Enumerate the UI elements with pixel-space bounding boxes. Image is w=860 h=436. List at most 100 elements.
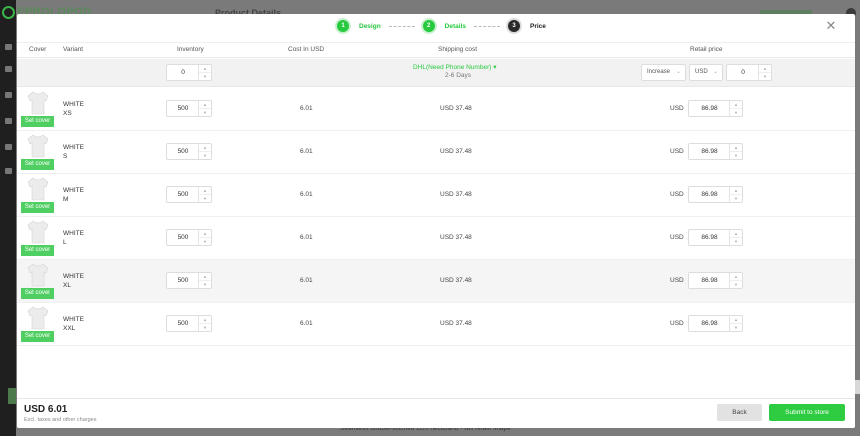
- chevron-up-icon[interactable]: ▲: [730, 101, 742, 108]
- step-price[interactable]: 3 Price: [508, 20, 546, 32]
- chevron-up-icon[interactable]: ▲: [730, 144, 742, 151]
- chevron-up-icon[interactable]: ▲: [199, 230, 211, 237]
- inventory-bulk-value[interactable]: 0: [167, 65, 199, 80]
- stepper-arrows: ▲ ▼: [729, 230, 742, 245]
- adjust-value-stepper[interactable]: 0 ▲ ▼: [726, 64, 772, 81]
- chevron-up-icon[interactable]: ▲: [730, 273, 742, 280]
- set-cover-button[interactable]: Set cover: [21, 331, 54, 342]
- cover-cell: Set cover: [21, 177, 54, 213]
- stepper-arrows: ▲ ▼: [729, 144, 742, 159]
- step-details[interactable]: 2 Details: [422, 20, 466, 32]
- set-cover-button[interactable]: Set cover: [21, 159, 54, 170]
- chevron-down-icon[interactable]: ▼: [199, 108, 211, 115]
- adjust-currency-select[interactable]: USD ⌄: [689, 64, 723, 81]
- chevron-down-icon[interactable]: ▼: [730, 108, 742, 115]
- chevron-up-icon[interactable]: ▲: [199, 316, 211, 323]
- chevron-up-icon[interactable]: ▲: [730, 316, 742, 323]
- variant-cell: WHITE XS: [63, 100, 84, 118]
- chevron-up-icon[interactable]: ▲: [759, 65, 771, 72]
- retail-price-value[interactable]: 86.98: [689, 101, 730, 116]
- retail-currency: USD: [670, 191, 684, 198]
- inventory-stepper[interactable]: 500 ▲ ▼: [166, 229, 212, 246]
- set-cover-button[interactable]: Set cover: [21, 116, 54, 127]
- retail-price-stepper[interactable]: 86.98 ▲ ▼: [688, 143, 743, 160]
- back-button[interactable]: Back: [717, 404, 762, 421]
- submit-to-store-button[interactable]: Submit to store: [769, 404, 845, 421]
- chevron-down-icon[interactable]: ▼: [199, 280, 211, 287]
- retail-price-stepper[interactable]: 86.98 ▲ ▼: [688, 100, 743, 117]
- variant-color: WHITE: [63, 316, 84, 323]
- shipping-method-select[interactable]: DHL(Need Phone Number) ▾: [413, 63, 496, 71]
- retail-price-stepper[interactable]: 86.98 ▲ ▼: [688, 186, 743, 203]
- stepper-arrows: ▲ ▼: [729, 316, 742, 331]
- close-icon[interactable]: ✕: [825, 19, 837, 32]
- stepper-arrows: ▲ ▼: [729, 187, 742, 202]
- chevron-down-icon[interactable]: ▼: [730, 151, 742, 158]
- set-cover-button[interactable]: Set cover: [21, 202, 54, 213]
- chevron-up-icon[interactable]: ▲: [199, 273, 211, 280]
- inventory-value[interactable]: 500: [167, 316, 199, 331]
- step-design[interactable]: 1 Design: [337, 20, 381, 32]
- inventory-stepper[interactable]: 500 ▲ ▼: [166, 143, 212, 160]
- retail-price-value[interactable]: 86.98: [689, 144, 730, 159]
- retail-currency: USD: [670, 148, 684, 155]
- column-header-cost: Cost In USD: [288, 46, 325, 53]
- cost-value: 6.01: [300, 105, 313, 112]
- inventory-value[interactable]: 500: [167, 101, 199, 116]
- set-cover-button[interactable]: Set cover: [21, 245, 54, 256]
- variant-size: M: [63, 196, 69, 203]
- retail-price-value[interactable]: 86.98: [689, 230, 730, 245]
- shipping-value: USD 37.48: [440, 105, 472, 112]
- step-connector: [474, 25, 500, 27]
- step-label: Price: [530, 22, 546, 30]
- adjust-mode-select[interactable]: Increase ⌄: [641, 64, 686, 81]
- caret-down-icon: ▾: [493, 64, 497, 71]
- retail-price-value[interactable]: 86.98: [689, 273, 730, 288]
- retail-price-value[interactable]: 86.98: [689, 187, 730, 202]
- chevron-down-icon[interactable]: ▼: [199, 151, 211, 158]
- inventory-value[interactable]: 500: [167, 230, 199, 245]
- inventory-bulk-stepper[interactable]: 0 ▲ ▼: [166, 64, 212, 81]
- chevron-down-icon: ⌄: [712, 69, 718, 75]
- inventory-stepper[interactable]: 500 ▲ ▼: [166, 186, 212, 203]
- retail-price-stepper[interactable]: 86.98 ▲ ▼: [688, 272, 743, 289]
- chevron-up-icon[interactable]: ▲: [730, 187, 742, 194]
- chevron-down-icon[interactable]: ▼: [199, 194, 211, 201]
- chevron-down-icon[interactable]: ▼: [199, 323, 211, 330]
- inventory-stepper[interactable]: 500 ▲ ▼: [166, 315, 212, 332]
- chevron-up-icon[interactable]: ▲: [730, 230, 742, 237]
- retail-price-stepper[interactable]: 86.98 ▲ ▼: [688, 315, 743, 332]
- cost-value: 6.01: [300, 277, 313, 284]
- chevron-down-icon[interactable]: ▼: [730, 237, 742, 244]
- adjust-value[interactable]: 0: [727, 65, 759, 80]
- inventory-value[interactable]: 500: [167, 273, 199, 288]
- chevron-up-icon[interactable]: ▲: [199, 187, 211, 194]
- inventory-value[interactable]: 500: [167, 187, 199, 202]
- chevron-down-icon[interactable]: ▼: [199, 237, 211, 244]
- nav-icon: [5, 168, 12, 174]
- chevron-up-icon[interactable]: ▲: [199, 144, 211, 151]
- chevron-up-icon[interactable]: ▲: [199, 65, 211, 72]
- set-cover-button[interactable]: Set cover: [21, 288, 54, 299]
- variant-size: XS: [63, 110, 72, 117]
- chevron-down-icon[interactable]: ▼: [730, 280, 742, 287]
- chevron-down-icon[interactable]: ▼: [730, 323, 742, 330]
- adjust-mode-value: Increase: [647, 69, 671, 75]
- retail-price-value[interactable]: 86.98: [689, 316, 730, 331]
- retail-currency: USD: [670, 234, 684, 241]
- variant-cell: WHITE M: [63, 186, 84, 204]
- chevron-up-icon[interactable]: ▲: [199, 101, 211, 108]
- step-label: Design: [359, 22, 381, 30]
- chevron-down-icon[interactable]: ▼: [730, 194, 742, 201]
- retail-price-stepper[interactable]: 86.98 ▲ ▼: [688, 229, 743, 246]
- shipping-days: 2-6 Days: [445, 72, 472, 79]
- stepper-arrows: ▲ ▼: [758, 65, 771, 80]
- cover-cell: Set cover: [21, 306, 54, 342]
- inventory-value[interactable]: 500: [167, 144, 199, 159]
- inventory-stepper[interactable]: 500 ▲ ▼: [166, 272, 212, 289]
- background-sidebar: [0, 0, 16, 436]
- chevron-down-icon[interactable]: ▼: [759, 72, 771, 79]
- chevron-down-icon[interactable]: ▼: [199, 72, 211, 79]
- nav-icon: [5, 44, 12, 50]
- inventory-stepper[interactable]: 500 ▲ ▼: [166, 100, 212, 117]
